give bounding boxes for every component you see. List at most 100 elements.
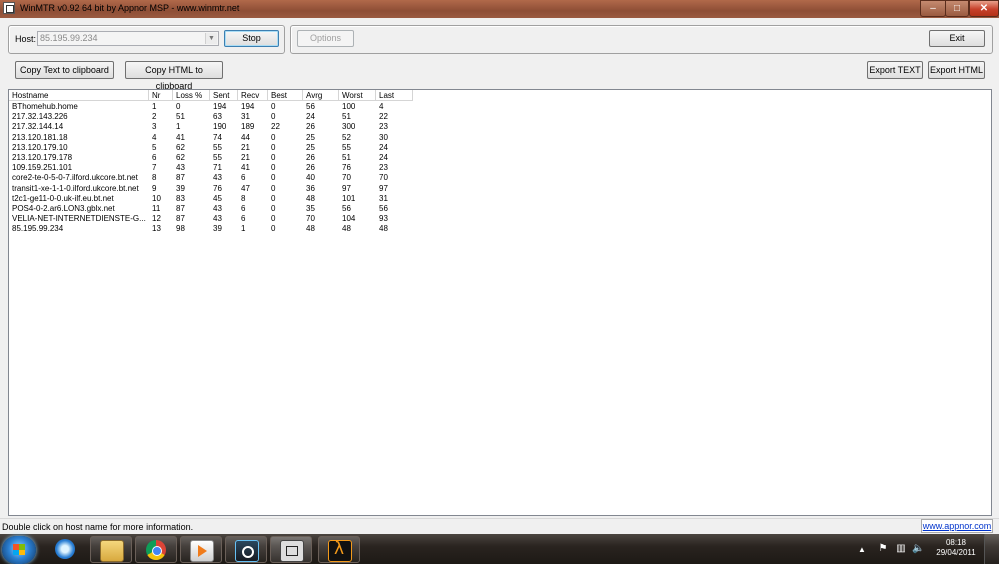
table-cell: 1	[152, 102, 157, 111]
table-cell: 55	[213, 142, 222, 152]
taskbar-winmtr[interactable]	[270, 536, 312, 563]
table-cell: 189	[241, 122, 255, 132]
table-cell: 41	[176, 132, 185, 142]
table-cell: 56	[342, 203, 351, 213]
table-cell: 87	[176, 203, 185, 213]
table-cell: 9	[152, 183, 157, 193]
table-cell: 6	[241, 203, 246, 213]
column-header[interactable]: Recv	[238, 90, 268, 101]
table-cell: 48	[306, 224, 315, 234]
hostname-cell: 109.159.251.101	[12, 163, 73, 173]
chrome-icon	[146, 540, 166, 560]
show-hidden-icons[interactable]: ▲	[858, 545, 866, 554]
minimize-button[interactable]: –	[920, 0, 946, 17]
table-cell: 194	[213, 102, 227, 111]
table-cell: 3	[152, 122, 157, 132]
table-cell: 0	[271, 132, 276, 142]
table-cell: 63	[213, 112, 222, 122]
table-cell: 41	[241, 163, 250, 173]
column-header[interactable]: Worst	[339, 90, 376, 101]
table-cell: 83	[176, 193, 185, 203]
taskbar-internet-explorer[interactable]	[45, 537, 85, 564]
table-cell: 43	[176, 163, 185, 173]
internet-explorer-icon	[55, 539, 75, 559]
table-cell: 87	[176, 214, 185, 224]
table-cell: 93	[379, 214, 388, 224]
table-cell: 56	[379, 203, 388, 213]
taskbar-file-explorer[interactable]	[90, 536, 132, 563]
appnor-link[interactable]: www.appnor.com	[921, 519, 993, 533]
hostname-cell: 213.120.181.18	[12, 132, 68, 142]
table-cell: 39	[213, 224, 222, 234]
column-header[interactable]: Nr	[149, 90, 173, 101]
table-cell: 5	[152, 142, 157, 152]
table-cell: 0	[271, 163, 276, 173]
clock-time: 08:18	[945, 538, 967, 547]
copy-html-button[interactable]: Copy HTML to clipboard	[125, 61, 223, 91]
table-cell: 47	[241, 183, 250, 193]
table-cell: 300	[342, 122, 356, 132]
host-value: 85.195.99.234	[40, 33, 98, 43]
export-html-button[interactable]: Export HTML	[928, 61, 985, 79]
column-header[interactable]: Avrg	[303, 90, 339, 101]
column-header[interactable]: Last	[376, 90, 413, 101]
taskbar-half-life[interactable]	[318, 536, 360, 563]
taskbar-media-player[interactable]	[180, 536, 222, 563]
show-desktop-button[interactable]	[984, 534, 999, 564]
table-cell: 104	[342, 214, 356, 224]
app-icon	[3, 2, 15, 14]
table-cell: 6	[241, 173, 246, 183]
clock[interactable]: 08:18 29/04/2011	[936, 538, 976, 558]
table-cell: 43	[213, 214, 222, 224]
hostname-cell: 217.32.144.14	[12, 122, 64, 132]
hostname-cell: BThomehub.home	[12, 102, 78, 111]
table-cell: 26	[306, 122, 315, 132]
chevron-down-icon[interactable]: ▼	[205, 33, 217, 44]
clock-date: 29/04/2011	[936, 548, 976, 557]
action-center-icon[interactable]: ⚑	[877, 543, 889, 555]
table-cell: 62	[176, 152, 185, 162]
hostname-cell: t2c1-ge11-0-0.uk-ilf.eu.bt.net	[12, 193, 114, 203]
table-cell: 70	[306, 214, 315, 224]
table-cell: 55	[213, 152, 222, 162]
host-label: Host:	[15, 34, 37, 44]
host-combo[interactable]: 85.195.99.234 ▼	[37, 31, 219, 46]
table-cell: 23	[379, 122, 388, 132]
column-header[interactable]: Sent	[210, 90, 238, 101]
table-cell: 35	[306, 203, 315, 213]
table-cell: 21	[241, 142, 250, 152]
results-list[interactable]: Hostname Nr Loss % Sent Recv Best Avrg Worst Las…	[8, 89, 992, 516]
maximize-button[interactable]: □	[945, 0, 969, 17]
winmtr-icon	[280, 540, 304, 562]
exit-button[interactable]: Exit	[929, 30, 985, 47]
status-bar: Double click on host name for more infor…	[0, 518, 999, 535]
steam-icon	[235, 540, 259, 562]
hostname-cell: 217.32.143.226	[12, 112, 68, 122]
options-button[interactable]: Options	[297, 30, 354, 47]
status-text: Double click on host name for more infor…	[2, 522, 194, 532]
close-button[interactable]: ✕	[969, 0, 999, 17]
table-cell: 8	[152, 173, 157, 183]
stop-button[interactable]: Stop	[224, 30, 279, 47]
taskbar-chrome[interactable]	[135, 536, 177, 563]
column-header[interactable]: Best	[268, 90, 303, 101]
copy-text-button[interactable]: Copy Text to clipboard	[15, 61, 114, 79]
table-cell: 0	[271, 193, 276, 203]
network-icon[interactable]: ▥	[895, 543, 907, 555]
table-cell: 12	[152, 214, 161, 224]
table-cell: 6	[152, 152, 157, 162]
column-header[interactable]: Loss %	[173, 90, 210, 101]
table-cell: 0	[271, 142, 276, 152]
table-cell: 56	[306, 102, 315, 111]
volume-icon[interactable]: 🔈	[912, 543, 924, 555]
table-cell: 40	[306, 173, 315, 183]
table-cell: 194	[241, 102, 255, 111]
start-button[interactable]	[2, 536, 36, 564]
column-header[interactable]: Hostname	[9, 90, 149, 101]
hostname-cell: core2-te-0-5-0-7.ilford.ukcore.bt.net	[12, 173, 138, 183]
taskbar-steam[interactable]	[225, 536, 267, 563]
table-cell: 70	[379, 173, 388, 183]
export-text-button[interactable]: Export TEXT	[867, 61, 923, 79]
table-cell: 8	[241, 193, 246, 203]
table-cell: 51	[342, 152, 351, 162]
